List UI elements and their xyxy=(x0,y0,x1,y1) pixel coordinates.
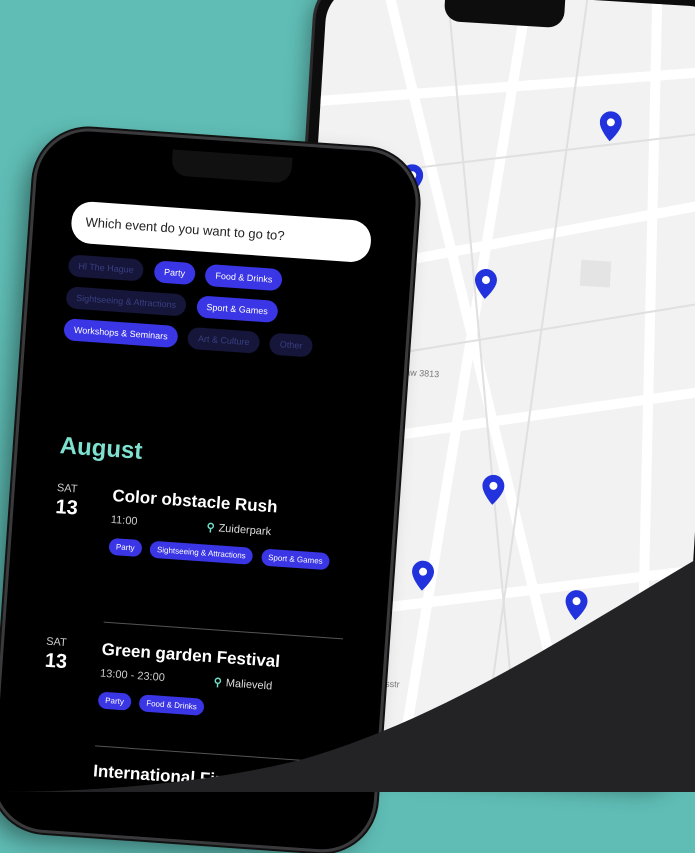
filter-chip[interactable]: Art & Culture xyxy=(187,326,261,354)
filter-chip[interactable]: Workshops & Seminars xyxy=(63,318,179,349)
map-pin-icon[interactable] xyxy=(474,268,498,299)
event-item[interactable]: SAT 13 Green garden Festival 13:00 - 23:… xyxy=(44,635,366,716)
event-date: 13 xyxy=(44,649,68,674)
event-tag: Party xyxy=(108,537,143,558)
event-day: SAT xyxy=(56,482,78,496)
filter-chip[interactable]: Hl The Hague xyxy=(67,254,145,282)
phone-notch xyxy=(171,149,293,184)
event-title: Green garden Festival xyxy=(101,639,281,672)
location-pin-icon: ⚲ xyxy=(213,676,223,690)
event-time: 11:00 xyxy=(110,513,138,528)
location-pin-icon: ⚲ xyxy=(206,521,215,535)
filter-chip[interactable]: Party xyxy=(153,260,196,286)
event-title: International Firework xyxy=(92,761,272,793)
event-location: ⚲ Malieveld xyxy=(213,675,272,692)
event-divider xyxy=(95,745,335,764)
event-divider xyxy=(103,621,344,640)
event-tags: Party Sightseeing & Attractions Sport & … xyxy=(108,536,349,578)
search-input[interactable]: Which event do you want to go to? xyxy=(70,200,373,264)
event-day: SAT xyxy=(45,635,68,650)
filter-chips: Hl The Hague Party Food & Drinks Sightse… xyxy=(63,254,369,371)
event-date: 13 xyxy=(54,496,79,520)
event-tag: Food & Drinks xyxy=(138,694,205,716)
filter-chip[interactable]: Sport & Games xyxy=(195,295,279,324)
event-tag: Sightseeing & Attractions xyxy=(149,540,254,565)
map-pin-icon[interactable] xyxy=(599,111,623,142)
filter-chip[interactable]: Sightseeing & Attractions xyxy=(65,286,187,317)
event-tags: Party Food & Drinks xyxy=(97,689,338,731)
front-phone: Which event do you want to go to? Hl The… xyxy=(0,128,420,853)
filter-chip[interactable]: Food & Drinks xyxy=(204,263,284,292)
month-heading: August xyxy=(58,432,144,465)
filter-chip[interactable]: Other xyxy=(269,332,314,358)
event-location-text: Zuiderpark xyxy=(218,522,272,539)
map-pin-icon[interactable] xyxy=(481,474,505,505)
event-location-text: Malieveld xyxy=(225,677,273,693)
event-tag: Party xyxy=(97,691,132,711)
event-title: Color obstacle Rush xyxy=(111,485,279,517)
map-pin-icon[interactable] xyxy=(564,589,588,621)
map-pin-icon[interactable] xyxy=(411,560,435,591)
event-tag: Sport & Games xyxy=(260,548,331,571)
event-item[interactable]: SAT 13 Color obstacle Rush 11:00 ⚲ Zuider… xyxy=(55,482,376,571)
event-list-screen: Which event do you want to go to? Hl The… xyxy=(5,140,405,852)
event-time: 13:00 - 23:00 xyxy=(99,667,166,685)
event-location: ⚲ Zuiderpark xyxy=(206,521,271,538)
